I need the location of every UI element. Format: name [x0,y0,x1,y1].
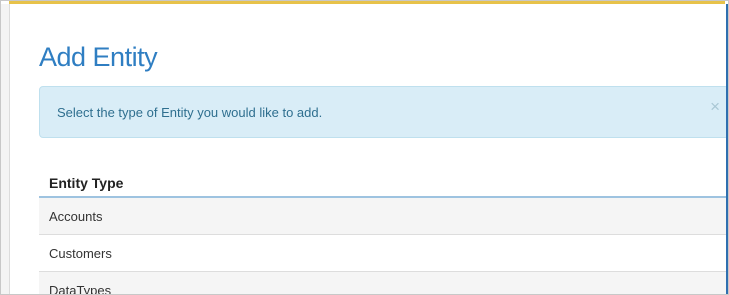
column-header-entity-type: Entity Type [39,164,726,198]
table-row[interactable]: Accounts [39,198,726,235]
alert-message: Select the type of Entity you would like… [57,105,323,120]
dialog-title: Add Entity [39,42,158,72]
entity-type-table: Entity Type Accounts Customers DataTypes [39,164,726,294]
table-row[interactable]: DataTypes [39,272,726,294]
window-frame: Add Entity Select the type of Entity you… [0,0,729,295]
close-icon[interactable]: × [710,98,720,115]
info-alert: Select the type of Entity you would like… [39,86,726,138]
add-entity-dialog: Add Entity Select the type of Entity you… [9,4,728,294]
table-row[interactable]: Customers [39,235,726,272]
